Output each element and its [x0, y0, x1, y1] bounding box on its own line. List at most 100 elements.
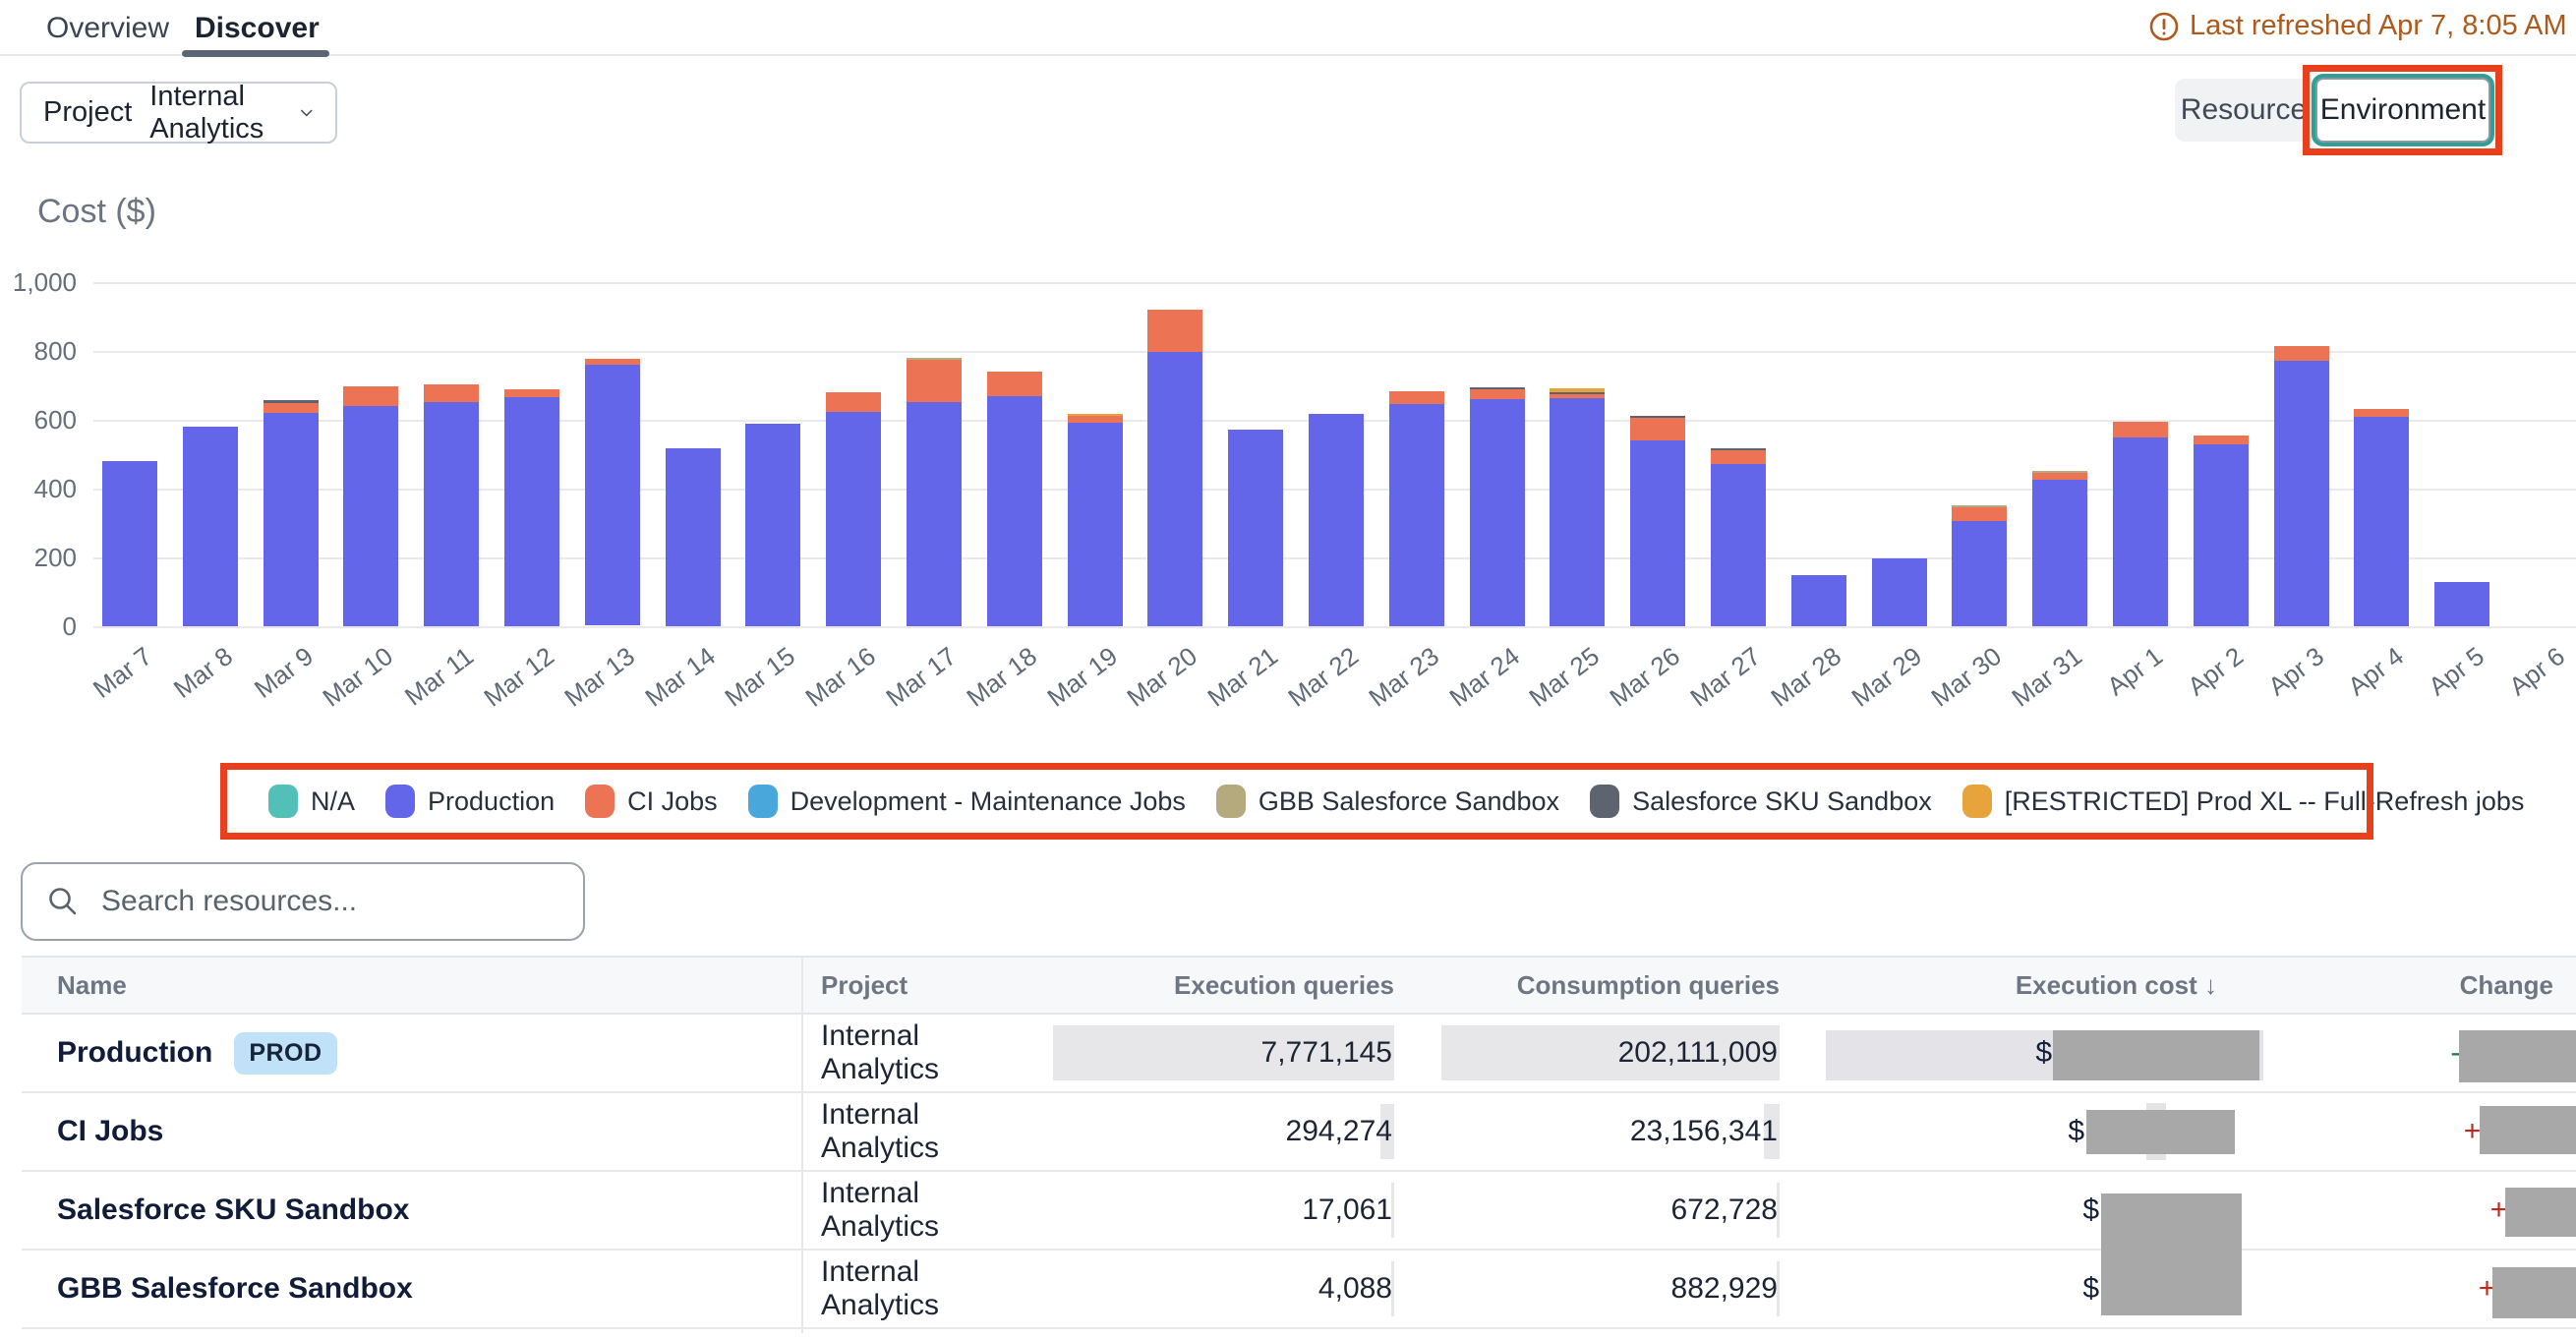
chart-title: Cost ($): [37, 193, 156, 231]
column-header-name[interactable]: Name: [22, 970, 801, 1001]
legend-label: N/A: [311, 786, 355, 817]
table-header-row: NameProjectExecution queriesConsumption …: [22, 956, 2576, 1015]
stacked-bar-apr-1[interactable]: [2113, 422, 2168, 626]
search-resources-input[interactable]: Search resources...: [21, 862, 585, 941]
stacked-bar-mar-28[interactable]: [1791, 575, 1846, 626]
cost-currency-prefix: $: [2035, 1036, 2052, 1070]
stacked-bar-mar-20[interactable]: [1147, 310, 1202, 626]
stacked-bar-mar-31[interactable]: [2032, 471, 2087, 626]
bar-segment: [1872, 558, 1927, 626]
stacked-bar-mar-24[interactable]: [1470, 387, 1525, 626]
stacked-bar-mar-22[interactable]: [1309, 414, 1364, 626]
legend-item[interactable]: Production: [385, 785, 555, 818]
tab-discover[interactable]: Discover: [195, 12, 320, 45]
stacked-bar-mar-23[interactable]: [1389, 391, 1444, 626]
stacked-bar-mar-15[interactable]: [745, 424, 800, 626]
stacked-bar-mar-17[interactable]: [907, 358, 962, 626]
legend-item[interactable]: GBB Salesforce Sandbox: [1216, 785, 1559, 818]
cell-value: 17,061: [1302, 1193, 1392, 1227]
project-filter-dropdown[interactable]: Project Internal Analytics: [20, 82, 337, 144]
bar-segment: [2194, 444, 2249, 626]
bar-segment: [1630, 418, 1685, 440]
legend-swatch-icon: [1590, 785, 1619, 818]
stacked-bar-mar-25[interactable]: [1550, 388, 1605, 626]
bar-segment: [1068, 423, 1123, 626]
stacked-bar-mar-12[interactable]: [504, 389, 559, 626]
stacked-bar-apr-5[interactable]: [2434, 582, 2489, 626]
legend-item[interactable]: N/A: [268, 785, 355, 818]
column-header-consumption-queries[interactable]: Consumption queries: [1394, 970, 1780, 1001]
stacked-bar-mar-18[interactable]: [987, 372, 1042, 626]
stacked-bar-apr-4[interactable]: [2354, 409, 2409, 626]
stacked-bar-mar-29[interactable]: [1872, 558, 1927, 626]
stacked-bar-mar-7[interactable]: [102, 461, 157, 626]
stacked-bar-mar-30[interactable]: [1952, 505, 2007, 626]
stacked-bar-mar-10[interactable]: [343, 386, 398, 626]
resource-name: CI Jobs: [57, 1115, 163, 1148]
bar-segment: [343, 386, 398, 406]
bar-segment: [1711, 464, 1766, 626]
legend-label: CI Jobs: [627, 786, 718, 817]
stacked-bar-apr-3[interactable]: [2274, 346, 2329, 626]
tab-overview[interactable]: Overview: [46, 12, 169, 45]
stacked-bar-mar-27[interactable]: [1711, 448, 1766, 626]
legend-item[interactable]: Salesforce SKU Sandbox: [1590, 785, 1932, 818]
bar-segment: [2434, 582, 2489, 626]
stacked-bar-mar-16[interactable]: [826, 392, 881, 626]
stacked-bar-mar-13[interactable]: [585, 359, 640, 626]
y-axis-tick-label: 800: [0, 336, 77, 367]
bar-segment: [826, 392, 881, 412]
legend-swatch-icon: [1216, 785, 1246, 818]
legend-item[interactable]: CI Jobs: [585, 785, 718, 818]
legend-swatch-icon: [585, 785, 615, 818]
bar-segment: [1389, 391, 1444, 404]
bar-segment: [2274, 361, 2329, 626]
cell-value: 7,771,145: [1261, 1036, 1392, 1070]
bar-segment: [1309, 414, 1364, 626]
bar-segment: [424, 402, 479, 626]
legend-item[interactable]: Development - Maintenance Jobs: [748, 785, 1186, 818]
redacted-value-box: [2101, 1193, 2242, 1315]
consumption-queries-cell: 202,111,009: [1394, 1015, 1780, 1091]
column-header-change[interactable]: Change: [2271, 970, 2576, 1001]
cell-value: 202,111,009: [1618, 1036, 1778, 1070]
legend-item[interactable]: [RESTRICTED] Prod XL -- Full-Refresh job…: [1962, 785, 2525, 818]
bar-segment: [1147, 310, 1202, 352]
bar-segment: [504, 397, 559, 626]
stacked-bar-mar-21[interactable]: [1228, 430, 1283, 626]
bar-segment: [2274, 346, 2329, 361]
stacked-bar-mar-14[interactable]: [666, 448, 721, 626]
redacted-value-box: [2480, 1106, 2576, 1154]
bar-segment: [745, 424, 800, 626]
stacked-bar-mar-19[interactable]: [1068, 414, 1123, 626]
column-header-execution-cost[interactable]: Execution cost ↓: [1780, 970, 2271, 1001]
bar-segment: [2354, 409, 2409, 417]
toggle-resource-button[interactable]: Resource: [2175, 79, 2313, 142]
bar-segment: [263, 413, 319, 626]
stacked-bar-mar-11[interactable]: [424, 384, 479, 626]
consumption-queries-cell: 672,728: [1394, 1172, 1780, 1249]
warning-icon: [2148, 11, 2180, 42]
cell-value: 23,156,341: [1630, 1115, 1778, 1148]
bar-segment: [2032, 480, 2087, 626]
y-axis-tick-label: 600: [0, 405, 77, 436]
bar-segment: [504, 389, 559, 397]
stacked-bar-apr-2[interactable]: [2194, 436, 2249, 626]
project-cell: Internal Analytics: [801, 1177, 1027, 1244]
resource-name: GBB Salesforce Sandbox: [57, 1272, 413, 1306]
toggle-environment-button[interactable]: Environment: [2315, 78, 2490, 143]
redacted-value-box: [2086, 1110, 2235, 1154]
legend-swatch-icon: [748, 785, 778, 818]
column-header-execution-queries[interactable]: Execution queries: [1027, 970, 1394, 1001]
bar-segment: [826, 412, 881, 626]
bar-segment: [1711, 450, 1766, 464]
bar-segment: [183, 427, 238, 626]
stacked-bar-mar-9[interactable]: [263, 400, 319, 626]
project-cell: Internal Analytics: [801, 1255, 1027, 1322]
bar-segment: [907, 402, 962, 626]
stacked-bar-mar-26[interactable]: [1630, 416, 1685, 626]
column-divider: [801, 956, 803, 1333]
stacked-bar-mar-8[interactable]: [183, 427, 238, 626]
column-header-project[interactable]: Project: [801, 970, 1027, 1001]
legend-label: Production: [428, 786, 555, 817]
